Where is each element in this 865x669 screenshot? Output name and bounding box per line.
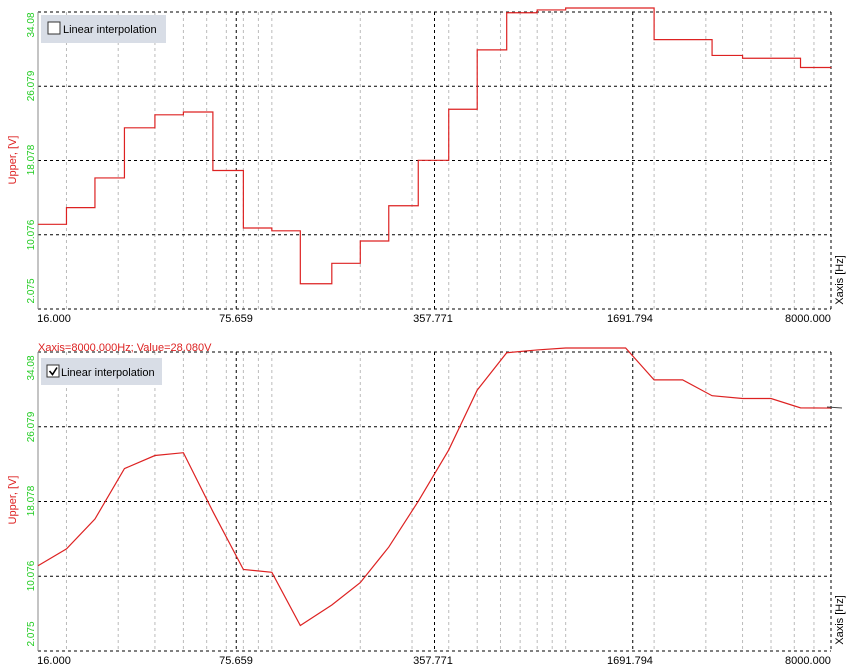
x-tick-label: 357.771 bbox=[413, 313, 453, 325]
x-tick-label: 8000.000 bbox=[785, 655, 831, 667]
y-tick-label: 34.08 bbox=[26, 355, 37, 380]
checkbox-label: Linear interpolation bbox=[63, 24, 157, 36]
y-tick-label: 34.08 bbox=[26, 12, 37, 37]
interpolation-checkbox[interactable]: Linear interpolation bbox=[41, 358, 162, 385]
chart-panel-bottom: Xaxis=8000.000Hz; Value=28.080V Upper, [… bbox=[7, 342, 846, 667]
y-axis-label: Upper, [V] bbox=[7, 136, 19, 185]
checkbox-label: Linear interpolation bbox=[61, 367, 155, 379]
charts-canvas: Upper, [V] 2.075 10.076 18.078 26.079 34… bbox=[0, 0, 865, 669]
y-ticks: 2.075 10.076 18.078 26.079 34.08 bbox=[26, 355, 37, 646]
checkbox-square[interactable] bbox=[48, 22, 60, 34]
x-ticks: 16.000 75.659 357.771 1691.794 8000.000 bbox=[37, 655, 831, 667]
x-tick-label: 75.659 bbox=[219, 655, 253, 667]
x-tick-label: 16.000 bbox=[37, 655, 71, 667]
y-axis-title: Upper, [V] bbox=[7, 136, 19, 185]
y-axis-title: Upper, [V] bbox=[7, 476, 19, 525]
x-tick-label: 75.659 bbox=[219, 313, 253, 325]
grid bbox=[38, 352, 831, 651]
x-tick-label: 357.771 bbox=[413, 655, 453, 667]
y-tick-label: 2.075 bbox=[26, 621, 37, 646]
y-tick-label: 26.079 bbox=[26, 70, 37, 101]
y-tick-label: 18.078 bbox=[26, 144, 37, 175]
y-tick-label: 10.076 bbox=[26, 219, 37, 250]
y-tick-label: 2.075 bbox=[26, 278, 37, 303]
x-axis-title: Xaxis [Hz] bbox=[834, 255, 846, 305]
cursor-readout: Xaxis=8000.000Hz; Value=28.080V bbox=[38, 342, 212, 354]
y-tick-label: 26.079 bbox=[26, 411, 37, 442]
x-tick-label: 16.000 bbox=[37, 313, 71, 325]
y-ticks: 2.075 10.076 18.078 26.079 34.08 bbox=[26, 12, 37, 303]
y-tick-label: 18.078 bbox=[26, 485, 37, 516]
y-tick-label: 10.076 bbox=[26, 560, 37, 591]
y-axis-label: Upper, [V] bbox=[7, 476, 19, 525]
x-tick-label: 1691.794 bbox=[607, 313, 653, 325]
x-tick-label: 1691.794 bbox=[607, 655, 653, 667]
x-ticks: 16.000 75.659 357.771 1691.794 8000.000 bbox=[37, 313, 831, 325]
x-axis-title: Xaxis [Hz] bbox=[834, 595, 846, 645]
interpolation-checkbox[interactable]: Linear interpolation bbox=[41, 15, 166, 43]
chart-panel-top: Upper, [V] 2.075 10.076 18.078 26.079 34… bbox=[7, 8, 846, 325]
x-tick-label: 8000.000 bbox=[785, 313, 831, 325]
